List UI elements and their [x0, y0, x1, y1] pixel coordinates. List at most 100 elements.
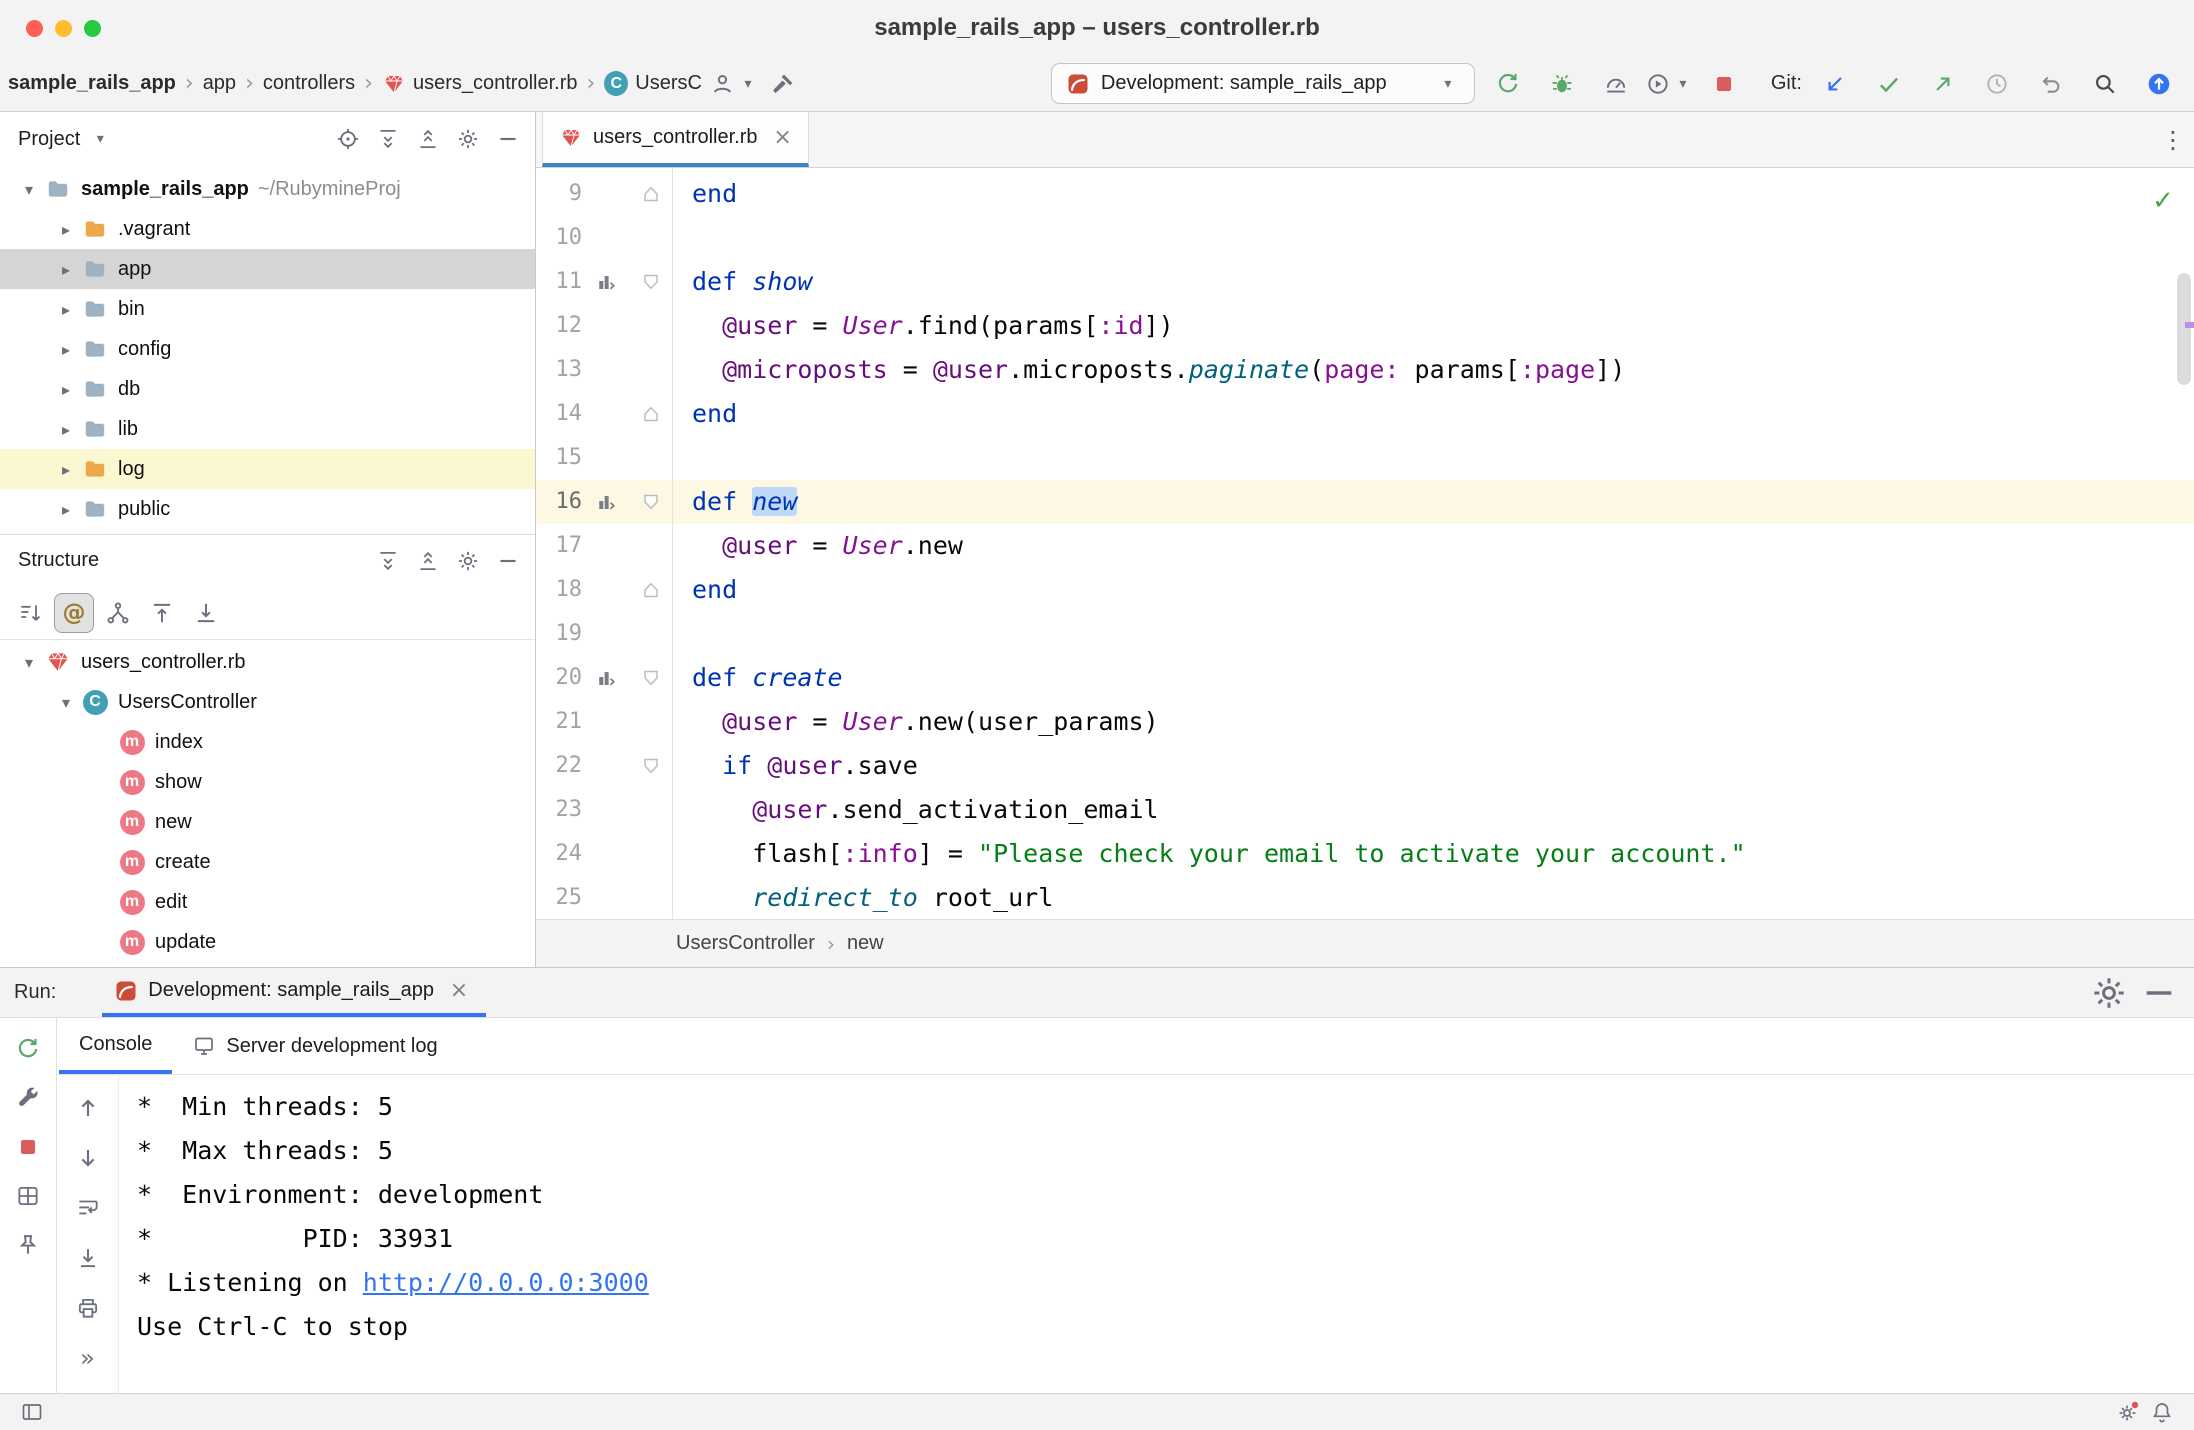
code-line-22[interactable]: 22 if @user.save	[536, 744, 2194, 788]
close-tab-button[interactable]: ×	[768, 123, 798, 153]
project-item-lib[interactable]: ▸lib	[0, 409, 535, 449]
breadcrumb-item-sample-rails-app[interactable]: sample_rails_app	[6, 72, 178, 95]
breadcrumb-item-usersc[interactable]: CUsersC	[602, 72, 704, 96]
chevron-right-icon[interactable]: ▸	[53, 420, 79, 439]
chevron-down-icon[interactable]: ▾	[53, 693, 79, 712]
fold-marker-button[interactable]	[636, 179, 666, 209]
breadcrumb-item-users-controller-rb[interactable]: users_controller.rb	[380, 72, 580, 96]
print-button[interactable]	[67, 1287, 109, 1329]
structure-item-edit[interactable]: medit	[0, 882, 535, 922]
code-line-14[interactable]: 14end	[536, 392, 2194, 436]
run-line-marker-button[interactable]	[591, 267, 621, 297]
project-item-sample-rails-app[interactable]: ▾sample_rails_app~/RubymineProj	[0, 169, 535, 209]
chevron-right-icon[interactable]: ▸	[53, 380, 79, 399]
code-line-25[interactable]: 25 redirect_to root_url	[536, 876, 2194, 919]
tool-windows-button[interactable]	[16, 1396, 48, 1428]
chevron-right-icon[interactable]: ▸	[53, 500, 79, 519]
pin-button[interactable]	[7, 1224, 49, 1266]
editor-tab-users-controller[interactable]: users_controller.rb ×	[542, 112, 809, 167]
chevron-right-icon[interactable]: ▸	[53, 340, 79, 359]
hide-button[interactable]	[489, 120, 527, 158]
code-line-24[interactable]: 24 flash[:info] = "Please check your ema…	[536, 832, 2194, 876]
stop-button[interactable]	[1703, 63, 1745, 105]
expand-all-button[interactable]	[369, 542, 407, 580]
code-line-13[interactable]: 13 @microposts = @user.microposts.pagina…	[536, 348, 2194, 392]
rerun-button[interactable]	[7, 1028, 49, 1070]
chevron-right-icon[interactable]: ▸	[53, 460, 79, 479]
code-line-16[interactable]: 16def new	[536, 480, 2194, 524]
code-line-17[interactable]: 17 @user = User.new	[536, 524, 2194, 568]
structure-item-index[interactable]: mindex	[0, 722, 535, 762]
structure-item-userscontroller[interactable]: ▾CUsersController	[0, 682, 535, 722]
code-line-15[interactable]: 15	[536, 436, 2194, 480]
chevron-down-icon[interactable]: ▾	[16, 180, 42, 199]
chevron-down-icon[interactable]: ▾	[16, 653, 42, 672]
close-run-tab-button[interactable]: ×	[444, 976, 474, 1006]
fold-marker-button[interactable]	[636, 487, 666, 517]
fold-marker-button[interactable]	[636, 663, 666, 693]
soft-wrap-button[interactable]	[67, 1187, 109, 1229]
rerun-button[interactable]	[1487, 63, 1529, 105]
project-item-bin[interactable]: ▸bin	[0, 289, 535, 329]
coverage-button[interactable]: ▾	[1649, 63, 1691, 105]
collapse-all-button[interactable]	[409, 120, 447, 158]
console-tab-console[interactable]: Console	[59, 1018, 172, 1074]
push-button[interactable]	[1922, 63, 1964, 105]
hide-button[interactable]	[489, 542, 527, 580]
user-button[interactable]: ▾	[714, 63, 756, 105]
run-settings-button[interactable]	[2088, 972, 2130, 1014]
code-line-9[interactable]: 9end	[536, 172, 2194, 216]
editor-scrollbar[interactable]	[2177, 273, 2191, 385]
layout-button[interactable]	[7, 1175, 49, 1217]
project-item-db[interactable]: ▸db	[0, 369, 535, 409]
chevron-right-icon[interactable]: ▸	[53, 300, 79, 319]
inheritance-button[interactable]	[98, 593, 138, 633]
structure-item-create[interactable]: mcreate	[0, 842, 535, 882]
breadcrumb-method[interactable]: new	[847, 932, 884, 955]
project-item-log[interactable]: ▸log	[0, 449, 535, 489]
stop-button[interactable]	[7, 1126, 49, 1168]
code-line-12[interactable]: 12 @user = User.find(params[:id])	[536, 304, 2194, 348]
profiler-button[interactable]	[1595, 63, 1637, 105]
run-configuration-select[interactable]: Development: sample_rails_app ▾	[1051, 63, 1475, 104]
rollback-button[interactable]	[2030, 63, 2072, 105]
structure-item-update[interactable]: mupdate	[0, 922, 535, 962]
arrow-down-button[interactable]	[67, 1137, 109, 1179]
wrench-button[interactable]	[7, 1077, 49, 1119]
close-window-button[interactable]	[26, 20, 43, 37]
fold-marker-button[interactable]	[636, 751, 666, 781]
locate-button[interactable]	[329, 120, 367, 158]
fold-marker-button[interactable]	[636, 575, 666, 605]
expand-all-button[interactable]	[369, 120, 407, 158]
run-line-marker-button[interactable]	[591, 487, 621, 517]
commit-button[interactable]	[1868, 63, 1910, 105]
console-output[interactable]: * Min threads: 5* Max threads: 5* Enviro…	[119, 1075, 2194, 1393]
inspections-ok-icon[interactable]: ✓	[2148, 186, 2178, 216]
server-url-link[interactable]: http://0.0.0.0:3000	[363, 1268, 649, 1297]
settings-button[interactable]	[449, 120, 487, 158]
minimize-window-button[interactable]	[55, 20, 72, 37]
hammer-button[interactable]	[762, 63, 804, 105]
editor-options-button[interactable]: ⋮	[2152, 119, 2194, 161]
hide-run-panel-button[interactable]	[2138, 972, 2180, 1014]
zoom-window-button[interactable]	[84, 20, 101, 37]
arrow-up-button[interactable]	[67, 1087, 109, 1129]
structure-panel-title[interactable]: Structure	[18, 549, 99, 572]
at-button[interactable]: @	[54, 593, 94, 633]
fold-marker-button[interactable]	[636, 267, 666, 297]
settings-sync-button[interactable]	[2112, 1396, 2144, 1428]
structure-item-new[interactable]: mnew	[0, 802, 535, 842]
run-line-marker-button[interactable]	[591, 663, 621, 693]
breadcrumb-item-app[interactable]: app	[201, 72, 238, 95]
project-item-app[interactable]: ▸app	[0, 249, 535, 289]
debug-button[interactable]	[1541, 63, 1583, 105]
history-button[interactable]	[1976, 63, 2018, 105]
collapse-all-button[interactable]	[409, 542, 447, 580]
app-update-button[interactable]	[2138, 63, 2180, 105]
chevron-right-icon[interactable]: ▸	[53, 260, 79, 279]
sort-alpha-button[interactable]	[10, 593, 50, 633]
code-line-18[interactable]: 18end	[536, 568, 2194, 612]
project-panel-title[interactable]: Project	[18, 128, 80, 151]
code-line-10[interactable]: 10	[536, 216, 2194, 260]
structure-item-users-controller-rb[interactable]: ▾users_controller.rb	[0, 642, 535, 682]
